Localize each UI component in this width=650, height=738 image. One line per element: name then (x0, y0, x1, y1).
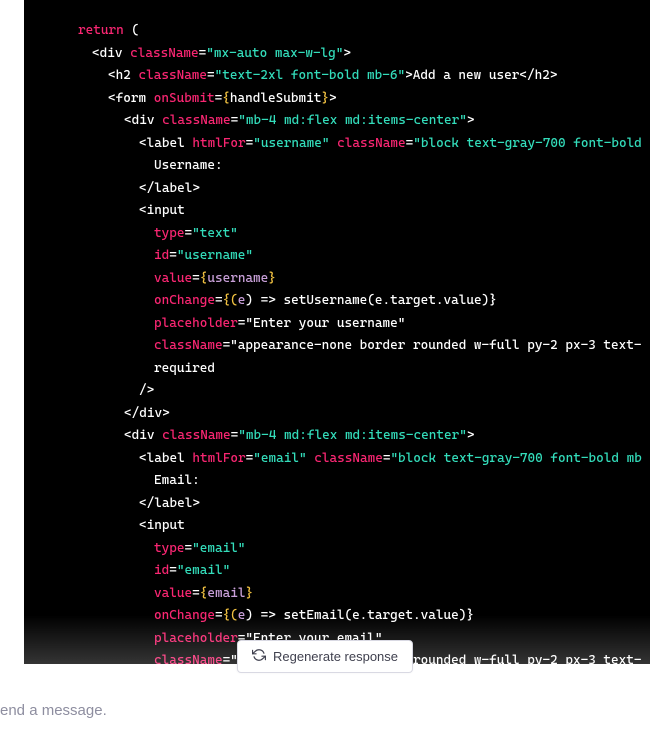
code-line: Username: (24, 155, 650, 178)
refresh-icon (252, 648, 266, 665)
message-input-bar[interactable] (0, 694, 650, 727)
code-line: value={email} (24, 583, 650, 606)
code-line: className="appearance-none border rounde… (24, 335, 650, 358)
code-line: value={username} (24, 268, 650, 291)
code-line: <h2 className="text-2xl font-bold mb-6">… (24, 65, 650, 88)
code-line: return ( (24, 20, 650, 43)
code-line: <div className="mb-4 md:flex md:items-ce… (24, 110, 650, 133)
code-line: <form onSubmit={handleSubmit}> (24, 88, 650, 111)
code-line: </div> (24, 403, 650, 426)
code-block: return ( <div className="mx-auto max-w-l… (24, 0, 650, 664)
message-input[interactable] (0, 694, 650, 727)
code-line: <div className="mx-auto max-w-lg"> (24, 43, 650, 66)
code-line: required (24, 358, 650, 381)
code-line: Email: (24, 470, 650, 493)
code-line: <label htmlFor="email" className="block … (24, 448, 650, 471)
regenerate-button[interactable]: Regenerate response (237, 640, 413, 673)
regenerate-label: Regenerate response (273, 649, 398, 664)
code-line: <input (24, 515, 650, 538)
code-line: /> (24, 380, 650, 403)
code-line: onChange={(e) => setUsername(e.target.va… (24, 290, 650, 313)
code-line: id="username" (24, 245, 650, 268)
code-line: placeholder="Enter your username" (24, 313, 650, 336)
code-line: type="email" (24, 538, 650, 561)
code-line: <div className="mb-4 md:flex md:items-ce… (24, 425, 650, 448)
code-line: <input (24, 200, 650, 223)
code-line: type="text" (24, 223, 650, 246)
code-line: <label htmlFor="username" className="blo… (24, 133, 650, 156)
code-line: </label> (24, 493, 650, 516)
code-line: </label> (24, 178, 650, 201)
code-line: onChange={(e) => setEmail(e.target.value… (24, 605, 650, 628)
code-line: id="email" (24, 560, 650, 583)
